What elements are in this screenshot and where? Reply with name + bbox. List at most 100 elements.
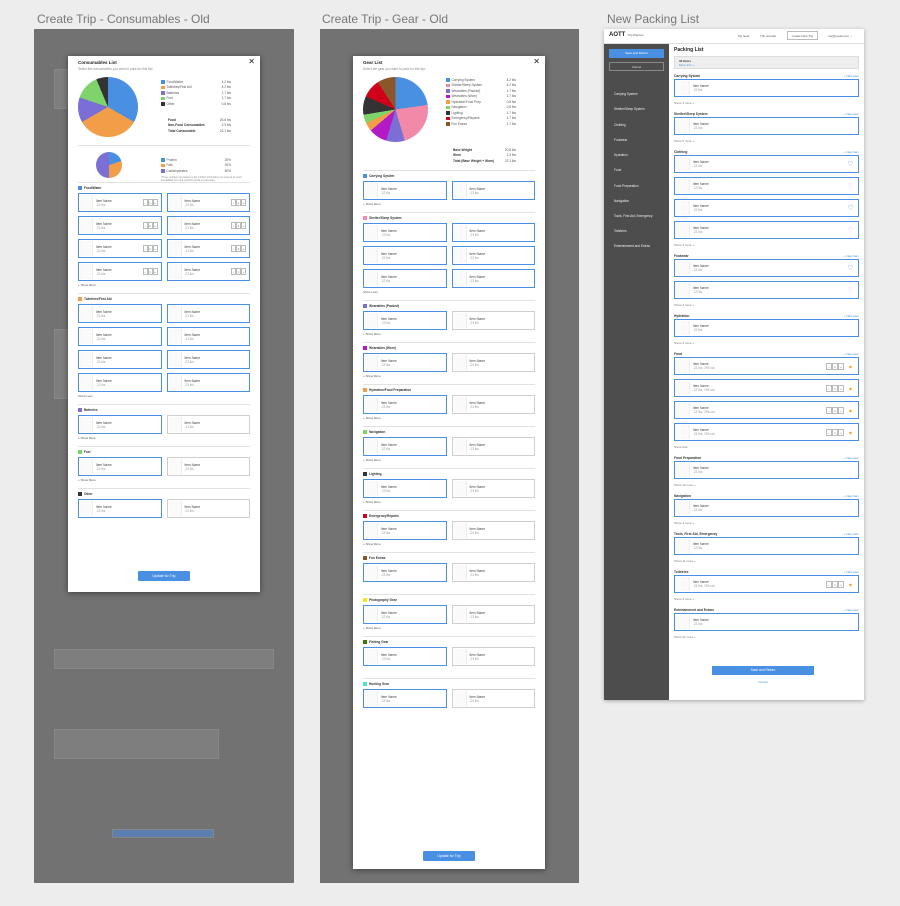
show-more-link[interactable]: Show Less — [78, 394, 250, 399]
new-item-link[interactable]: + New Item — [844, 608, 859, 612]
show-more-link[interactable]: + Show More — [363, 374, 535, 379]
bag-icon[interactable]: ◆ — [847, 581, 854, 588]
item-card[interactable]: Item Name .23 lbs — [451, 647, 535, 666]
packing-item-card[interactable]: Item Name .23 lbs — [674, 613, 859, 631]
packing-item-card[interactable]: Item Name .23 lbs, 295 cal −1 + ◆ — [674, 357, 859, 375]
item-card[interactable]: Item Name .23 lbs — [363, 437, 447, 456]
show-more-link[interactable]: Show 4 more + — [674, 597, 859, 603]
item-card[interactable]: Item Name .23 lbs — [78, 415, 162, 434]
new-item-link[interactable]: + New Item — [844, 494, 859, 498]
shirt-icon[interactable]: ♡ — [847, 161, 854, 168]
packing-item-card[interactable]: Item Name .23 lbs, 295 cal −1 + ◆ — [674, 379, 859, 397]
show-more-link[interactable]: + Show More — [363, 202, 535, 207]
sidebar-item[interactable]: Food — [614, 168, 621, 172]
show-more-link[interactable]: + Show More — [78, 436, 250, 441]
show-more-link[interactable]: Show 4 more + — [674, 341, 859, 347]
show-more-link[interactable]: + Show More — [363, 332, 535, 337]
sidebar-item[interactable]: Carrying System — [614, 92, 638, 96]
packing-item-card[interactable]: Item Name .23 lbs, 295 cal −1 + ◆ — [674, 575, 859, 593]
shirt-icon[interactable]: ♡ — [847, 227, 854, 234]
item-card[interactable]: Item Name .23 lbs — [451, 269, 535, 288]
item-card[interactable]: Item Name .23 lbs — [363, 689, 447, 708]
user-menu[interactable]: me@gmail.com ⌄ — [828, 34, 852, 38]
item-card[interactable]: Item Name .23 lbs — [166, 350, 250, 369]
item-card[interactable]: Item Name .23 lbs — [363, 246, 447, 265]
item-card[interactable]: Item Name .23 lbs — [451, 353, 535, 372]
packing-item-card[interactable]: Item Name .23 lbs — [674, 319, 859, 337]
increment-button[interactable]: + — [241, 245, 246, 252]
item-card[interactable]: Item Name .23 lbs — [363, 181, 447, 200]
shirt-icon[interactable]: ♡ — [847, 183, 854, 190]
packing-item-card[interactable]: Item Name .23 lbs ♡ — [674, 155, 859, 173]
increment-button[interactable]: + — [241, 199, 246, 206]
item-card[interactable]: Item Name .23 lbs — [363, 647, 447, 666]
item-card[interactable]: Item Name .23 lbs — [363, 311, 447, 330]
item-card[interactable]: Item Name .23 lbs — [78, 499, 162, 518]
item-card[interactable]: Item Name .23 lbs — [166, 415, 250, 434]
new-item-link[interactable]: + New Item — [844, 570, 859, 574]
packing-item-card[interactable]: Item Name .23 lbs ♡ — [674, 221, 859, 239]
update-trip-button[interactable]: Update for Trip — [138, 571, 190, 581]
packing-item-card[interactable]: Item Name .23 lbs — [674, 499, 859, 517]
item-card[interactable]: Item Name .23 lbs — [363, 479, 447, 498]
sidebar-item[interactable]: Entertainment and Extras — [614, 244, 650, 248]
item-card[interactable]: Item Name .23 lbs −1 + — [78, 193, 162, 212]
quantity-stepper[interactable]: −1 + — [231, 268, 246, 275]
quantity-stepper[interactable]: −1 + — [142, 268, 158, 275]
sidebar-item[interactable]: Shelter/Sleep System — [614, 107, 645, 111]
item-card[interactable]: Item Name .23 lbs — [451, 563, 535, 582]
item-card[interactable]: Item Name .23 lbs −1 + — [78, 216, 162, 235]
item-card[interactable]: Item Name .23 lbs — [166, 304, 250, 323]
cancel-button[interactable]: Cancel — [609, 62, 664, 71]
increment-button[interactable]: + — [152, 222, 158, 229]
show-more-link[interactable]: + Show More — [363, 542, 535, 547]
packing-item-card[interactable]: Item Name .23 lbs — [674, 117, 859, 135]
item-card[interactable]: Item Name .23 lbs — [451, 479, 535, 498]
bottom-save-button[interactable]: Save and Return — [712, 666, 814, 675]
shirt-icon[interactable]: ♡ — [847, 205, 854, 212]
item-card[interactable]: Item Name .23 lbs — [78, 457, 162, 476]
increment-button[interactable]: + — [152, 268, 158, 275]
bag-icon[interactable]: ◆ — [847, 363, 854, 370]
bag-icon[interactable]: ◆ — [847, 407, 854, 414]
item-card[interactable]: Item Name .23 lbs −1 + — [78, 262, 162, 281]
item-card[interactable]: Item Name .23 lbs — [363, 353, 447, 372]
item-card[interactable]: Item Name .23 lbs — [451, 311, 535, 330]
item-card[interactable]: Item Name .23 lbs — [451, 246, 535, 265]
item-card[interactable]: Item Name .23 lbs — [363, 395, 447, 414]
new-item-link[interactable]: + New Item — [844, 456, 859, 460]
sidebar-item[interactable]: Hydration — [614, 153, 628, 157]
new-item-link[interactable]: + New Item — [844, 150, 859, 154]
show-more-link[interactable]: Show Less — [363, 290, 535, 295]
item-card[interactable]: Item Name .23 lbs — [451, 181, 535, 200]
sidebar-item[interactable]: Navigation — [614, 199, 629, 203]
increment-button[interactable]: + — [838, 428, 844, 436]
item-card[interactable]: Item Name .23 lbs — [363, 223, 447, 242]
shirt-icon[interactable]: ♡ — [847, 265, 854, 272]
item-card[interactable]: Item Name .23 lbs — [451, 395, 535, 414]
increment-button[interactable]: + — [838, 384, 844, 392]
increment-button[interactable]: + — [241, 222, 246, 229]
item-card[interactable]: Item Name .23 lbs — [166, 499, 250, 518]
show-more-link[interactable]: + Show More — [363, 458, 535, 463]
show-more-link[interactable]: Show 4 more + — [674, 243, 859, 249]
sidebar-item[interactable]: Tools, First Aid, Emergency — [614, 214, 653, 218]
item-card[interactable]: Item Name .23 lbs −1 + — [166, 262, 250, 281]
packing-item-card[interactable]: Item Name .23 lbs — [674, 537, 859, 555]
item-card[interactable]: Item Name .23 lbs — [166, 373, 250, 392]
item-card[interactable]: Item Name .23 lbs — [451, 223, 535, 242]
bag-icon[interactable]: ◆ — [847, 385, 854, 392]
packing-item-card[interactable]: Item Name .23 lbs — [674, 461, 859, 479]
item-card[interactable]: Item Name .23 lbs — [78, 327, 162, 346]
quantity-stepper[interactable]: −1 + — [142, 222, 158, 229]
new-item-link[interactable]: + New Item — [844, 532, 859, 536]
increment-button[interactable]: + — [838, 580, 844, 588]
packing-item-card[interactable]: Item Name .23 lbs — [674, 79, 859, 97]
item-card[interactable]: Item Name .23 lbs — [363, 521, 447, 540]
show-more-link[interactable]: + Show More — [363, 626, 535, 631]
new-item-link[interactable]: + New Item — [844, 112, 859, 116]
show-more-link[interactable]: Show 11 more + — [674, 635, 859, 641]
quantity-stepper[interactable]: −1 + — [826, 428, 844, 436]
item-card[interactable]: Item Name .23 lbs — [166, 327, 250, 346]
item-card[interactable]: Item Name .23 lbs — [166, 457, 250, 476]
